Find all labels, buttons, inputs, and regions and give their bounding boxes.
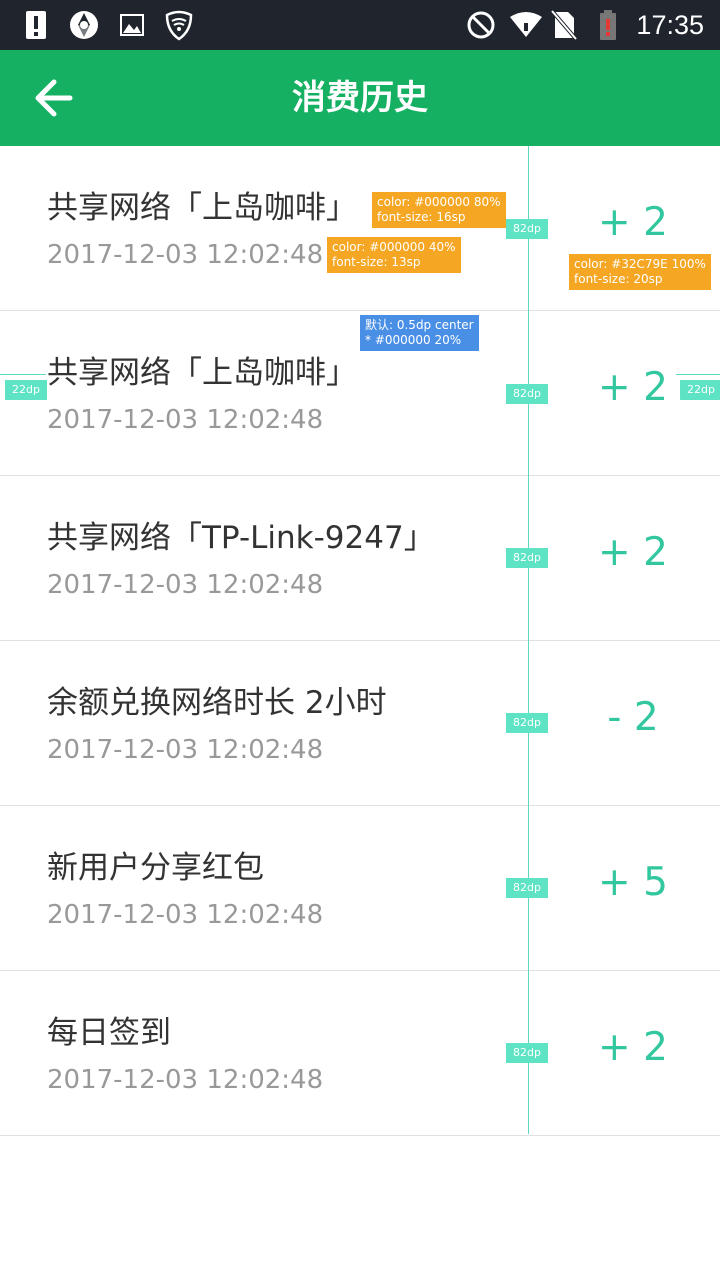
item-time: 2017-12-03 12:02:48	[47, 735, 324, 765]
spec-gap-tag: 82dp	[506, 1043, 548, 1063]
spec-title-note: color: #000000 80% font-size: 16sp	[372, 192, 506, 228]
item-title: 共享网络「上岛咖啡」	[47, 190, 357, 226]
item-amount: + 2	[598, 365, 668, 410]
item-amount: + 5	[598, 860, 668, 905]
item-title: 共享网络「TP-Link-9247」	[47, 520, 435, 556]
battery-icon	[598, 9, 618, 45]
item-time: 2017-12-03 12:02:48	[47, 570, 324, 600]
app-bar: 消费历史	[0, 50, 720, 146]
wifi-icon	[508, 9, 544, 45]
spec-margin-tag: 22dp	[680, 380, 720, 400]
item-title: 共享网络「上岛咖啡」	[47, 355, 357, 391]
item-title: 余额兑换网络时长 2小时	[47, 685, 387, 721]
item-time: 2017-12-03 12:02:48	[47, 240, 324, 270]
spec-time-note: color: #000000 40% font-size: 13sp	[327, 237, 461, 273]
sync-icon	[68, 9, 100, 45]
list-item[interactable]: 共享网络「TP-Link-9247」 2017-12-03 12:02:48 +…	[0, 476, 720, 641]
item-title: 新用户分享红包	[47, 850, 264, 886]
item-amount: + 2	[598, 1025, 668, 1070]
spec-gap-tag: 82dp	[506, 878, 548, 898]
history-list: 共享网络「上岛咖啡」 2017-12-03 12:02:48 + 2 共享网络「…	[0, 146, 720, 1136]
item-time: 2017-12-03 12:02:48	[47, 900, 324, 930]
list-item[interactable]: 新用户分享红包 2017-12-03 12:02:48 + 5	[0, 806, 720, 971]
spec-gap-tag: 82dp	[506, 548, 548, 568]
page-title: 消费历史	[292, 78, 428, 118]
item-amount: - 2	[607, 695, 659, 740]
item-amount: + 2	[598, 530, 668, 575]
spec-amount-note: color: #32C79E 100% font-size: 20sp	[569, 254, 711, 290]
item-title: 每日签到	[47, 1015, 171, 1051]
no-sim-icon	[550, 9, 578, 45]
spec-divider-note: 默认: 0.5dp center * #000000 20%	[360, 315, 479, 351]
item-amount: + 2	[598, 200, 668, 245]
spec-gap-tag: 82dp	[506, 219, 548, 239]
status-time: 17:35	[636, 10, 704, 40]
spec-margin-line	[0, 374, 46, 375]
spec-margin-line	[676, 374, 720, 375]
alert-icon	[24, 9, 48, 45]
list-item[interactable]: 余额兑换网络时长 2小时 2017-12-03 12:02:48 - 2	[0, 641, 720, 806]
item-time: 2017-12-03 12:02:48	[47, 1065, 324, 1095]
list-item[interactable]: 每日签到 2017-12-03 12:02:48 + 2	[0, 971, 720, 1136]
spec-guide-line	[528, 146, 529, 1134]
shield-icon	[164, 9, 194, 45]
spec-gap-tag: 82dp	[506, 713, 548, 733]
spec-gap-tag: 82dp	[506, 384, 548, 404]
spec-margin-tag: 22dp	[5, 380, 47, 400]
block-icon	[465, 9, 497, 45]
image-icon	[120, 9, 144, 45]
status-bar: 17:35	[0, 0, 720, 50]
item-time: 2017-12-03 12:02:48	[47, 405, 324, 435]
